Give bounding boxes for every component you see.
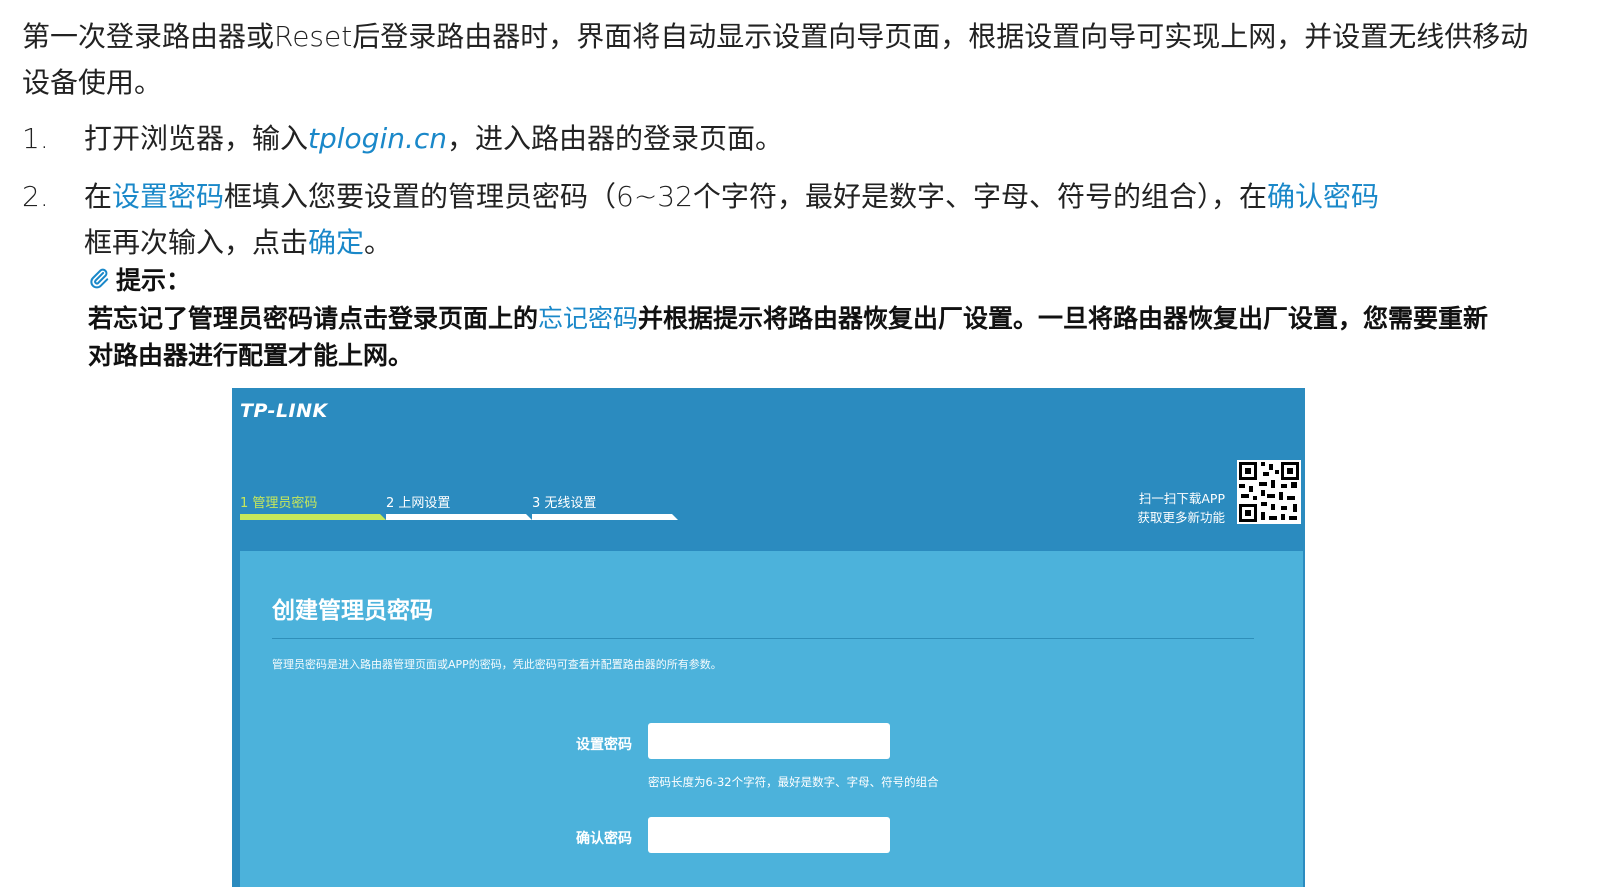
- confirm-term: 确定: [308, 226, 365, 259]
- password-panel: 创建管理员密码 管理员密码是进入路由器管理页面或APP的密码，凭此密码可查看并配…: [240, 551, 1303, 887]
- set-password-term: 设置密码: [112, 180, 225, 213]
- qr-code-icon: [1237, 460, 1301, 524]
- router-setup-screenshot: TP-LINK 1 管理员密码 2 上网设置 3 无线设置 扫一扫下载APP 获…: [232, 388, 1305, 887]
- note-text-part: 若忘记了管理员密码请点击登录页面上的: [88, 304, 539, 333]
- wizard-tabs: 1 管理员密码 2 上网设置 3 无线设置: [240, 492, 680, 524]
- step-number: 2.: [22, 180, 49, 213]
- tab-admin-password[interactable]: 1 管理员密码: [240, 492, 386, 520]
- panel-description: 管理员密码是进入路由器管理页面或APP的密码，凭此密码可查看并配置路由器的所有参…: [272, 658, 722, 671]
- password-hint: 密码长度为6-32个字符，最好是数字、字母、符号的组合: [648, 775, 939, 789]
- step-1: 1. 打开浏览器，输入tplogin.cn，进入路由器的登录页面。: [22, 116, 1562, 162]
- set-password-input[interactable]: [648, 723, 890, 759]
- confirm-password-label: 确认密码: [576, 831, 632, 847]
- step-text-part: 框填入您要设置的管理员密码（6~32个字符，最好是数字、字母、符号的组合），在: [224, 180, 1267, 213]
- step-text-part: 在: [84, 180, 113, 213]
- note-title-text: 提示：: [116, 266, 192, 295]
- qr-line-1: 扫一扫下载APP: [1138, 491, 1225, 506]
- panel-divider: [272, 638, 1254, 639]
- tab-internet-settings[interactable]: 2 上网设置: [386, 492, 532, 520]
- intro-paragraph: 第一次登录路由器或Reset后登录路由器时，界面将自动显示设置向导页面，根据设置…: [22, 20, 1529, 99]
- set-password-label: 设置密码: [576, 737, 632, 753]
- tab-progress-bar: [240, 514, 386, 520]
- step-text-part: ，进入路由器的登录页面。: [447, 122, 784, 155]
- tplink-logo: TP-LINK: [240, 400, 328, 422]
- tplogin-link[interactable]: tplogin.cn: [308, 122, 447, 155]
- forgot-password-term: 忘记密码: [538, 304, 639, 333]
- app-download-text: 扫一扫下载APP 获取更多新功能: [1137, 489, 1225, 527]
- confirm-password-input[interactable]: [648, 817, 890, 853]
- qr-line-2: 获取更多新功能: [1137, 510, 1225, 525]
- step-text-part: 。: [364, 226, 393, 259]
- paperclip-icon: [88, 265, 110, 297]
- step-number: 1.: [22, 122, 49, 155]
- step-text-part: 框再次输入，点击: [84, 226, 309, 259]
- step-text: 在设置密码框填入您要设置的管理员密码（6~32个字符，最好是数字、字母、符号的组…: [84, 174, 1544, 266]
- tab-progress-bar: [386, 514, 532, 520]
- confirm-password-term: 确认密码: [1266, 180, 1379, 213]
- tab-progress-bar: [532, 514, 678, 520]
- step-text: 打开浏览器，输入tplogin.cn，进入路由器的登录页面。: [84, 116, 1544, 162]
- step-text-part: 打开浏览器，输入: [84, 122, 309, 155]
- tab-wireless-settings[interactable]: 3 无线设置: [532, 492, 678, 520]
- tab-label: 1 管理员密码: [240, 496, 318, 511]
- step-2: 2. 在设置密码框填入您要设置的管理员密码（6~32个字符，最好是数字、字母、符…: [22, 174, 1562, 266]
- panel-title: 创建管理员密码: [272, 598, 433, 624]
- note-body: 若忘记了管理员密码请点击登录页面上的忘记密码并根据提示将路由器恢复出厂设置。一旦…: [88, 300, 1508, 374]
- tab-label: 2 上网设置: [386, 496, 451, 511]
- tab-label: 3 无线设置: [532, 496, 597, 511]
- note-title: 提示：: [88, 265, 191, 297]
